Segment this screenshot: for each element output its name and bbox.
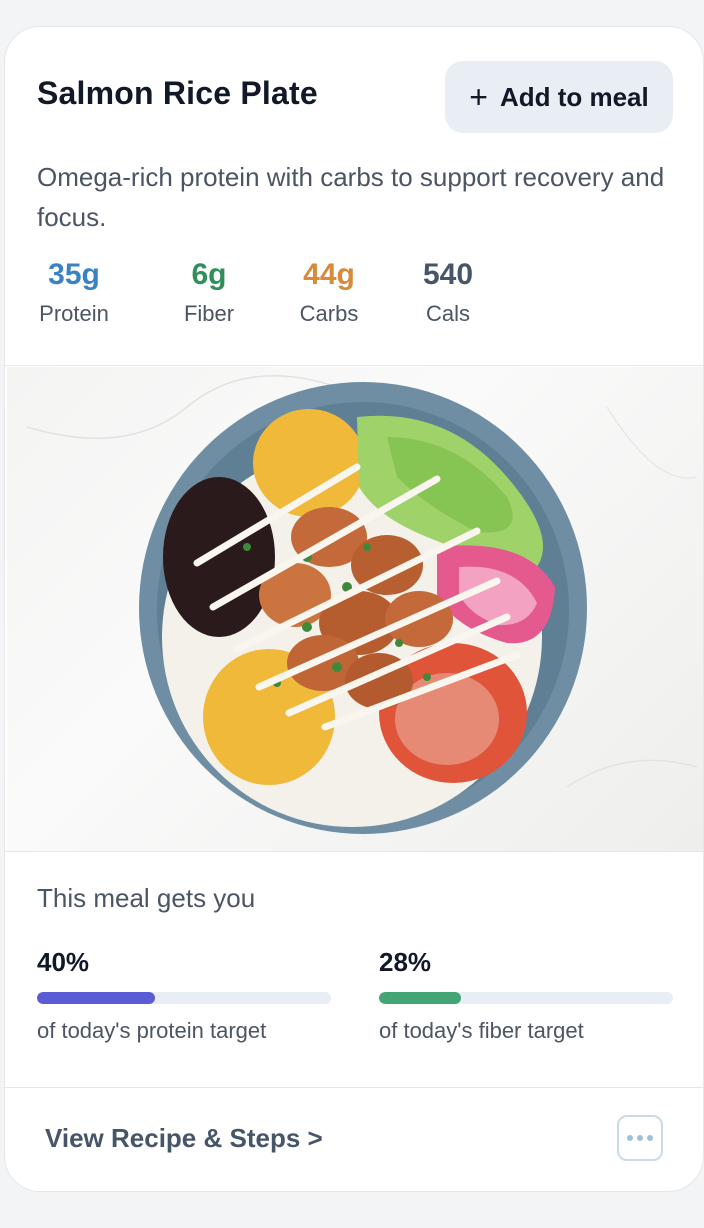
plus-icon: + <box>469 79 488 115</box>
fiber-progress-fill <box>379 992 462 1004</box>
meal-title: Salmon Rice Plate <box>37 75 318 111</box>
stat-fiber-label: Fiber <box>183 301 235 326</box>
macro-stats: 35g Protein 6g Fiber 44g Carbs 540 Cals <box>37 255 483 327</box>
protein-progress: 40% of today's protein target <box>37 947 331 1044</box>
stat-calories-value: 540 <box>422 258 474 291</box>
protein-percent: 40% <box>37 947 90 977</box>
more-dots-icon <box>647 1135 653 1141</box>
protein-progress-fill <box>37 992 155 1004</box>
fiber-percent: 28% <box>379 947 432 977</box>
fiber-progress: 28% of today's fiber target <box>379 947 673 1044</box>
stat-fiber: 6g Fiber <box>167 255 251 327</box>
bowl-illustration <box>26 375 698 834</box>
stat-calories: 540 Cals <box>413 255 483 327</box>
divider <box>5 365 703 366</box>
stat-protein: 35g Protein <box>37 255 111 327</box>
stat-carbs-value: 44g <box>303 258 355 291</box>
view-recipe-link[interactable]: View Recipe & Steps > <box>45 1123 323 1154</box>
divider <box>5 1087 703 1088</box>
meal-gets-heading: This meal gets you <box>37 883 256 913</box>
meal-card: Salmon Rice Plate + Add to meal Omega-ri… <box>4 26 704 1192</box>
meal-description: Omega-rich protein with carbs to support… <box>37 162 665 232</box>
more-options-button[interactable] <box>617 1115 663 1161</box>
protein-progress-track <box>37 992 331 1004</box>
stat-protein-value: 35g <box>48 258 100 291</box>
fiber-progress-track <box>379 992 673 1004</box>
protein-caption: of today's protein target <box>37 1018 267 1043</box>
stat-carbs: 44g Carbs <box>291 255 367 327</box>
card-header: Salmon Rice Plate + Add to meal <box>5 27 703 151</box>
divider <box>5 851 703 852</box>
more-dots-icon <box>637 1135 643 1141</box>
stat-carbs-label: Carbs <box>299 301 359 326</box>
fiber-caption: of today's fiber target <box>379 1018 584 1043</box>
stat-fiber-value: 6g <box>191 258 227 291</box>
add-to-meal-button[interactable]: + Add to meal <box>445 61 673 133</box>
more-dots-icon <box>627 1135 633 1141</box>
stat-calories-label: Cals <box>425 301 470 326</box>
meal-photo <box>7 367 703 851</box>
add-to-meal-label: Add to meal <box>499 81 649 112</box>
stat-protein-label: Protein <box>39 301 109 326</box>
